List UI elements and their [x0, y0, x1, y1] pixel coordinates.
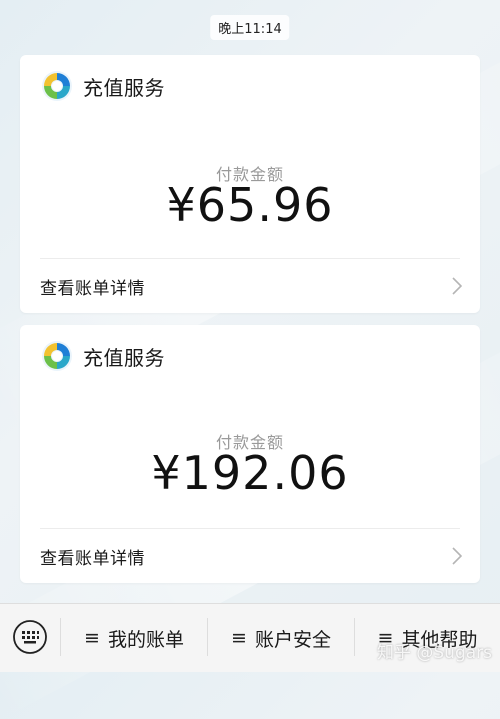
menu-item-my-bills[interactable]: ≡ 我的账单 [61, 604, 207, 672]
view-bill-details-link[interactable]: 查看账单详情 [20, 529, 480, 583]
payment-notification-card: 充值服务 付款金额 ¥192.06 查看账单详情 [20, 325, 480, 583]
service-name: 充值服务 [83, 75, 165, 100]
service-logo-icon [42, 341, 72, 371]
card-header: 充值服务 [41, 339, 165, 373]
view-bill-details-label: 查看账单详情 [40, 278, 145, 299]
view-bill-details-label: 查看账单详情 [40, 548, 145, 569]
message-timestamp: 晚上11:14 [210, 15, 290, 40]
service-name: 充值服务 [83, 345, 165, 370]
chevron-right-icon [452, 277, 462, 295]
service-logo-icon [42, 71, 72, 101]
payment-amount: ¥192.06 [151, 446, 349, 500]
menu-item-label: 账户安全 [254, 628, 331, 651]
watermark: 知乎 @Sugars [376, 643, 492, 663]
payment-notification-card: 充值服务 付款金额 ¥65.96 查看账单详情 [20, 55, 480, 313]
chevron-right-icon [452, 547, 462, 565]
menu-list-icon: ≡ [231, 627, 247, 649]
menu-item-account-security[interactable]: ≡ 账户安全 [208, 604, 354, 672]
view-bill-details-link[interactable]: 查看账单详情 [20, 259, 480, 313]
menu-list-icon: ≡ [84, 627, 100, 649]
keyboard-icon[interactable] [12, 619, 48, 655]
menu-item-label: 我的账单 [107, 628, 184, 651]
payment-amount: ¥65.96 [166, 178, 334, 232]
card-header: 充值服务 [41, 69, 165, 103]
